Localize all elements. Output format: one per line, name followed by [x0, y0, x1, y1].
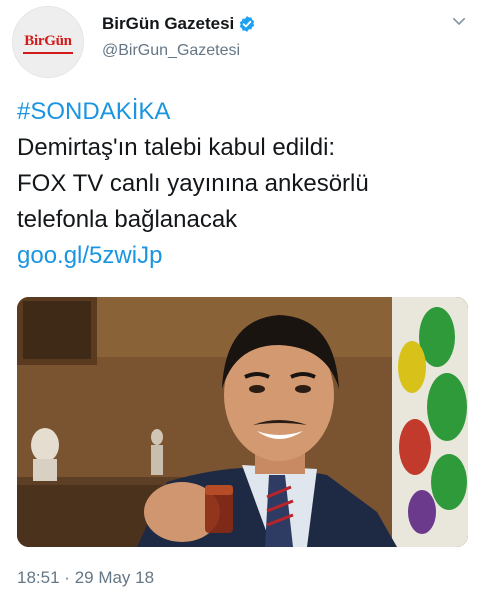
tweet-line: Demirtaş'ın talebi kabul edildi: [17, 134, 336, 161]
tweet-timestamp[interactable]: 18:51 · 29 May 18 [17, 568, 154, 588]
tweet-time: 18:51 [17, 568, 60, 587]
timestamp-separator: · [64, 568, 70, 587]
account-handle[interactable]: @BirGun_Gazetesi [102, 42, 240, 60]
account-name[interactable]: BirGün Gazetesi [102, 14, 234, 34]
tweet-link[interactable]: goo.gl/5zwiJp [17, 238, 472, 274]
tweet-date: 29 May 18 [74, 568, 155, 587]
account-name-row: BirGün Gazetesi [102, 12, 256, 36]
tweet-line: FOX TV canlı yayınına ankesörlü [17, 170, 369, 197]
tweet-text: #SONDAKİKA Demirtaş'ın talebi kabul edil… [17, 94, 472, 274]
verified-badge-icon [240, 16, 255, 32]
avatar[interactable]: BirGün [12, 6, 84, 78]
tweet-header: BirGün BirGün Gazetesi @BirGun_Gazetesi [0, 0, 482, 80]
photo-illustration [17, 297, 468, 547]
chevron-down-icon[interactable] [450, 12, 468, 30]
tweet-line: telefonla bağlanacak [17, 206, 238, 233]
hashtag-link[interactable]: #SONDAKİKA [17, 94, 472, 130]
tweet-photo[interactable] [17, 297, 468, 547]
avatar-logo-rule [23, 52, 73, 54]
avatar-logo-text: BirGün [24, 33, 72, 49]
